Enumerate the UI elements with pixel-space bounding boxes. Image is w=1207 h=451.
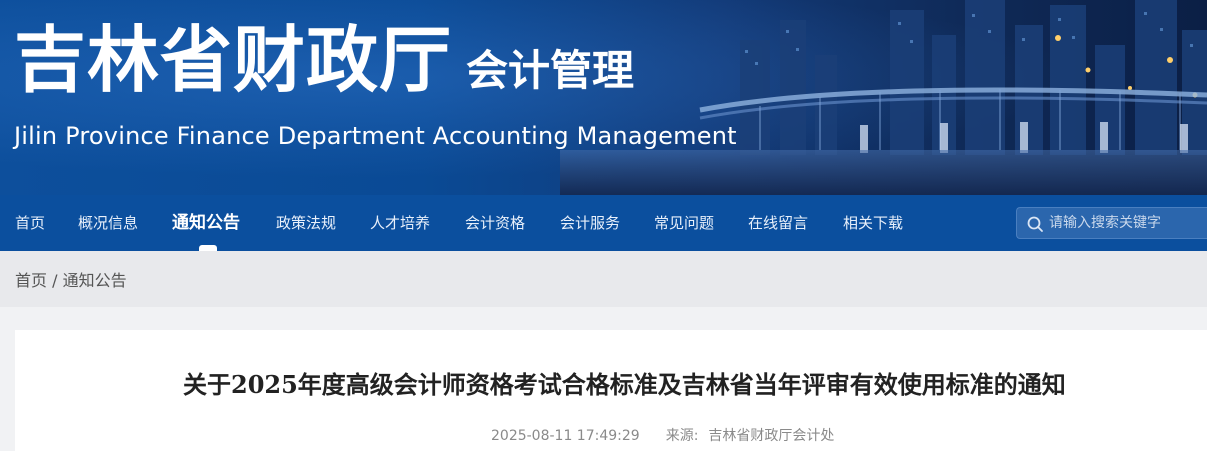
search-icon[interactable] [1026,215,1044,233]
article-title: 关于2025年度高级会计师资格考试合格标准及吉林省当年评审有效使用标准的通知 [183,370,1066,399]
nav-item-training[interactable]: 人才培养 [370,195,430,251]
site-title: 吉林省财政厅 [14,18,453,102]
source-label: 来源: [665,428,699,444]
search-box[interactable] [1016,207,1207,239]
nav-item-qualification[interactable]: 会计资格 [465,195,525,251]
site-subtitle: 会计管理 [466,46,635,95]
article-source: 吉林省财政厅会计处 [708,428,835,444]
banner-water [560,150,1207,195]
nav-item-policies[interactable]: 政策法规 [276,195,336,251]
search-input[interactable] [1049,208,1207,238]
nav-item-message[interactable]: 在线留言 [748,195,808,251]
breadcrumb-home[interactable]: 首页 [15,271,47,290]
breadcrumb-bar: 首页 / 通知公告 [0,251,1207,307]
site-english-title: Jilin Province Finance Department Accoun… [14,122,737,150]
nav-item-faq[interactable]: 常见问题 [654,195,714,251]
nav-item-overview[interactable]: 概况信息 [78,195,138,251]
article-meta: 2025-08-11 17:49:29 来源: 吉林省财政厅会计处 [491,424,834,448]
breadcrumb-current[interactable]: 通知公告 [63,271,127,290]
site-banner: 吉林省财政厅 会计管理 Jilin Province Finance Depar… [0,0,1207,195]
nav-item-services[interactable]: 会计服务 [560,195,620,251]
nav-item-downloads[interactable]: 相关下载 [843,195,903,251]
article-datetime: 2025-08-11 17:49:29 [491,428,640,444]
nav-item-notices[interactable]: 通知公告 [172,195,240,251]
nav-item-home[interactable]: 首页 [15,195,45,251]
breadcrumb-separator: / [47,271,63,290]
breadcrumb: 首页 / 通知公告 [15,251,127,307]
